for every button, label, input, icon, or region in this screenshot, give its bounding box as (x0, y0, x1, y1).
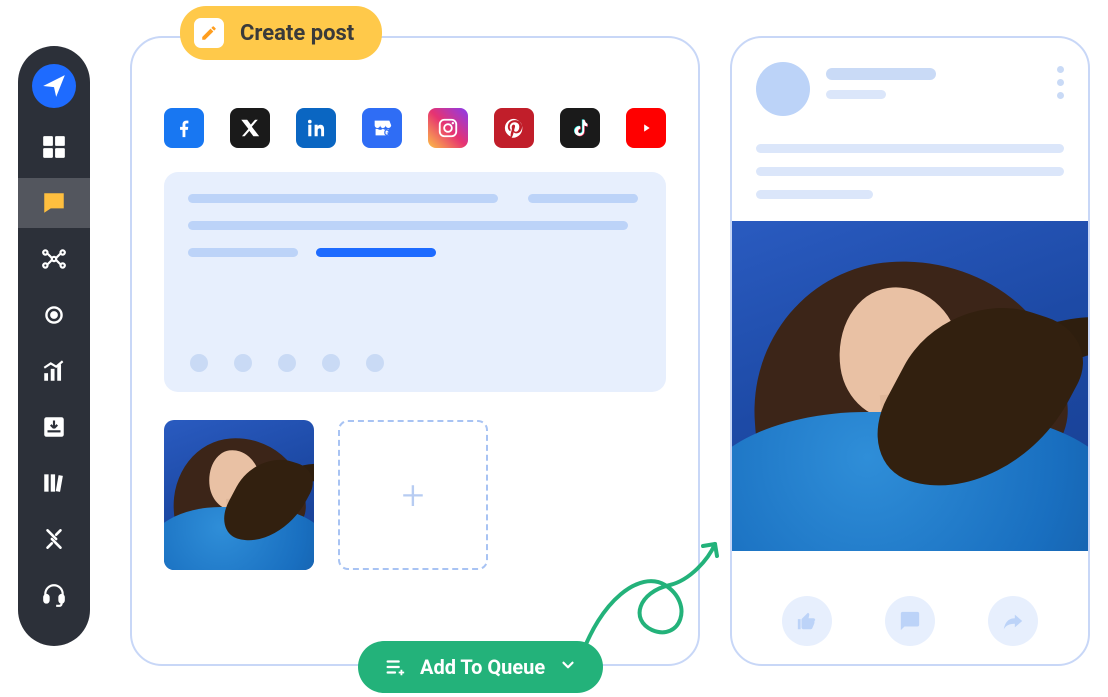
editor-tool[interactable] (366, 354, 384, 372)
chevron-down-icon (559, 655, 577, 679)
sidebar-item-library[interactable] (18, 458, 90, 508)
create-post-label: Create post (240, 21, 354, 46)
add-to-queue-label: Add To Queue (420, 655, 545, 679)
post-preview-card (730, 36, 1090, 666)
channel-pinterest[interactable] (494, 108, 534, 148)
editor-text-line (188, 221, 628, 230)
channel-tiktok[interactable] (560, 108, 600, 148)
attached-photo (164, 420, 314, 570)
queue-icon (384, 656, 406, 678)
preview-image (732, 221, 1088, 551)
plus-icon: + (402, 472, 425, 519)
sidebar-item-support[interactable] (18, 570, 90, 620)
preview-subtext-line (826, 90, 886, 99)
caption-line (756, 167, 1064, 176)
share-button[interactable] (988, 596, 1038, 646)
add-media-button[interactable]: + (338, 420, 488, 570)
preview-actions (756, 578, 1064, 646)
channel-facebook[interactable] (164, 108, 204, 148)
preview-avatar (756, 62, 810, 116)
media-thumbnail[interactable] (164, 420, 314, 570)
sidebar-brand[interactable] (32, 64, 76, 108)
like-button[interactable] (782, 596, 832, 646)
sidebar-item-compose[interactable] (18, 178, 90, 228)
sidebar-item-settings[interactable] (18, 514, 90, 564)
post-editor[interactable] (164, 172, 666, 392)
editor-text-line (528, 194, 638, 203)
channel-x[interactable] (230, 108, 270, 148)
edit-icon (194, 18, 224, 48)
svg-text:G: G (384, 128, 390, 138)
channel-instagram[interactable] (428, 108, 468, 148)
preview-caption (756, 144, 1064, 199)
sidebar-item-analytics[interactable] (18, 346, 90, 396)
editor-text-line (188, 248, 298, 257)
preview-menu-button[interactable] (1057, 62, 1064, 99)
editor-tool[interactable] (278, 354, 296, 372)
editor-link-line (316, 248, 436, 257)
sidebar-item-distribute[interactable] (18, 234, 90, 284)
editor-text-line (188, 194, 498, 203)
sidebar-item-dashboard[interactable] (18, 122, 90, 172)
channel-linkedin[interactable] (296, 108, 336, 148)
editor-toolbar (190, 354, 384, 372)
sidebar (18, 46, 90, 646)
sidebar-item-target[interactable] (18, 290, 90, 340)
composer-card: G + (130, 36, 700, 666)
social-channels: G (164, 108, 666, 148)
preview-header (756, 62, 1064, 116)
sidebar-item-inbox[interactable] (18, 402, 90, 452)
comment-button[interactable] (885, 596, 935, 646)
media-attachments: + (164, 420, 666, 570)
create-post-button[interactable]: Create post (180, 6, 382, 60)
channel-google-business[interactable]: G (362, 108, 402, 148)
caption-line (756, 144, 1064, 153)
add-to-queue-button[interactable]: Add To Queue (358, 641, 603, 693)
editor-tool[interactable] (234, 354, 252, 372)
caption-line (756, 190, 873, 199)
editor-tool[interactable] (322, 354, 340, 372)
preview-name-line (826, 68, 936, 80)
channel-youtube[interactable] (626, 108, 666, 148)
editor-tool[interactable] (190, 354, 208, 372)
